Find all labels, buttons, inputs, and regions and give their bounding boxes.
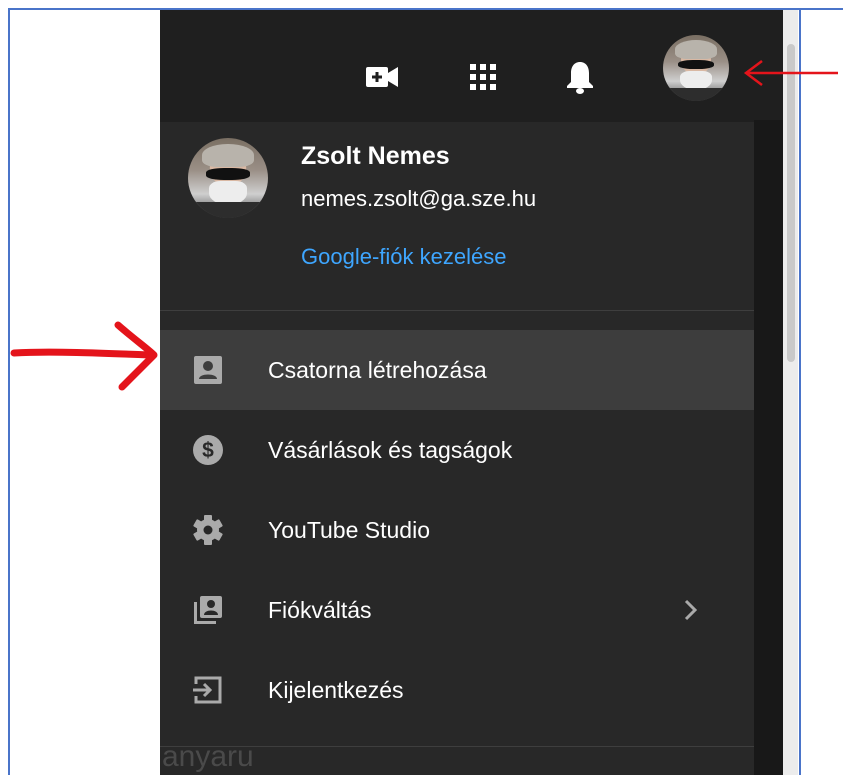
account-avatar[interactable] (663, 35, 729, 101)
apps-grid-icon[interactable] (463, 60, 503, 94)
menu-item-label: YouTube Studio (268, 517, 430, 543)
menu-item-create-channel[interactable]: Csatorna létrehozása (160, 330, 754, 410)
menu-item-sign-out[interactable]: Kijelentkezés (160, 650, 754, 730)
chevron-right-icon (676, 594, 706, 626)
create-video-icon[interactable] (363, 60, 403, 94)
sign-out-icon (190, 672, 226, 708)
manage-google-account-link[interactable]: Google-fiók kezelése (301, 244, 506, 270)
menu-divider (160, 310, 754, 311)
menu-item-youtube-studio[interactable]: YouTube Studio (160, 490, 754, 570)
switch-account-icon (190, 592, 226, 628)
screenshot-frame-right (799, 8, 801, 775)
menu-item-label: Fiókváltás (268, 597, 372, 623)
menu-item-label: Csatorna létrehozása (268, 357, 487, 383)
profile-avatar (188, 138, 268, 218)
profile-email: nemes.zsolt@ga.sze.hu (301, 186, 537, 211)
notifications-bell-icon[interactable] (560, 60, 600, 94)
profile-name: Zsolt Nemes (301, 142, 450, 170)
masthead-toolbar (160, 10, 783, 122)
annotation-arrow-create-channel (10, 321, 158, 391)
menu-item-label: Kijelentkezés (268, 677, 404, 703)
dollar-circle-icon: $ (190, 432, 226, 468)
menu-item-purchases[interactable]: $ Vásárlások és tagságok (160, 410, 754, 490)
svg-text:$: $ (202, 439, 214, 462)
account-menu: Zsolt Nemes nemes.zsolt@ga.sze.hu Google… (160, 122, 754, 775)
annotation-arrow-avatar (743, 60, 838, 86)
page-content-edge (754, 120, 784, 775)
account-box-icon (190, 352, 226, 388)
menu-item-switch-account[interactable]: Fiókváltás (160, 570, 754, 650)
gear-icon (190, 512, 226, 548)
scrollbar-thumb[interactable] (787, 44, 795, 362)
background-text: anyaru (162, 740, 254, 773)
menu-item-label: Vásárlások és tagságok (268, 437, 513, 463)
